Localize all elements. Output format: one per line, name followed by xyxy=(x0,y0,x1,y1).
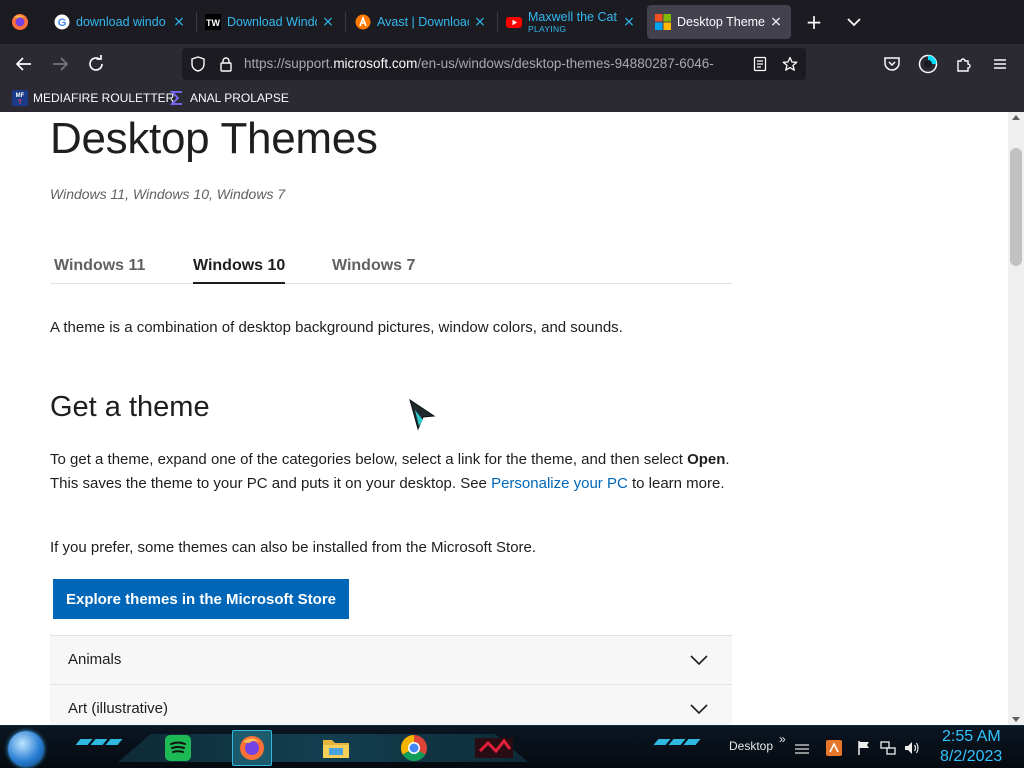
close-tab-icon[interactable]: × xyxy=(172,15,186,29)
url-host: microsoft.com xyxy=(333,56,418,71)
file-explorer-icon[interactable] xyxy=(316,730,356,766)
url-prefix: https://support. xyxy=(244,56,334,71)
tab-strip: G download windo × TW Download Windo × A… xyxy=(0,0,1024,44)
start-button-orb[interactable] xyxy=(8,731,44,767)
scrollbar-thumb[interactable] xyxy=(1010,148,1022,266)
tab-title: Desktop Themes xyxy=(677,15,765,29)
close-tab-icon[interactable]: × xyxy=(473,15,487,29)
chrome-icon[interactable] xyxy=(394,730,434,766)
clock-date[interactable]: 8/2/2023 xyxy=(940,748,1002,766)
firefox-icon[interactable] xyxy=(232,730,272,766)
microsoft-icon xyxy=(655,14,671,30)
personalize-link[interactable]: Personalize your PC xyxy=(491,475,628,492)
spotify-icon[interactable] xyxy=(158,730,198,766)
web-page: Desktop Themes Windows 11, Windows 10, W… xyxy=(0,112,1008,725)
instructions-text: to learn more. xyxy=(627,475,725,492)
vertical-scrollbar[interactable] xyxy=(1008,112,1024,725)
back-arrow-icon[interactable] xyxy=(14,54,34,74)
avast-icon xyxy=(355,14,371,30)
firefox-view-icon[interactable] xyxy=(10,12,30,32)
tw-icon: TW xyxy=(205,14,221,30)
tab-windows-11[interactable]: Windows 11 xyxy=(54,257,145,284)
volume-icon[interactable] xyxy=(904,740,920,756)
url-text[interactable]: https://support.microsoft.com/en-us/wind… xyxy=(244,56,740,74)
sigma-icon xyxy=(169,90,185,106)
account-icon[interactable] xyxy=(918,54,938,74)
stack-icon[interactable] xyxy=(794,740,810,756)
taskbar-decoration-right xyxy=(653,739,701,745)
new-tab-icon[interactable]: + xyxy=(804,12,824,32)
os-tab-list: Windows 11 Windows 10 Windows 7 xyxy=(50,253,732,284)
mediafire-icon: MF T xyxy=(12,90,28,106)
scroll-up-icon[interactable] xyxy=(1012,115,1020,120)
taskbar-decoration-left xyxy=(75,739,123,745)
browser-tab[interactable]: TW Download Windo × xyxy=(197,5,343,39)
bookmark-star-icon[interactable] xyxy=(782,56,798,72)
reload-icon[interactable] xyxy=(86,54,106,74)
close-tab-icon[interactable]: × xyxy=(622,15,636,29)
explore-store-button[interactable]: Explore themes in the Microsoft Store xyxy=(53,579,349,619)
tab-title: Avast | Downloac xyxy=(377,15,469,29)
tab-list-chevron-icon[interactable] xyxy=(844,12,864,32)
chevron-down-icon xyxy=(690,701,708,715)
close-tab-icon[interactable]: × xyxy=(321,15,335,29)
bookmark-label: ANAL PROLAPSE xyxy=(190,91,289,105)
extensions-puzzle-icon[interactable] xyxy=(954,54,974,74)
tab-separator xyxy=(345,12,346,32)
svg-text:MF: MF xyxy=(16,93,25,99)
bookmarks-toolbar: MF T MEDIAFIRE ROULETTER ANAL PROLAPSE xyxy=(0,84,1024,112)
instructions-bold: Open xyxy=(687,451,726,468)
pocket-icon[interactable] xyxy=(882,54,902,74)
section-heading: Get a theme xyxy=(50,391,210,423)
svg-text:T: T xyxy=(18,100,22,106)
forward-arrow-icon[interactable] xyxy=(50,54,70,74)
category-accordion-animals[interactable]: Animals xyxy=(50,635,732,685)
action-center-flag-icon[interactable] xyxy=(856,740,872,756)
chevron-down-icon xyxy=(690,652,708,666)
browser-tab[interactable]: Avast | Downloac × xyxy=(347,5,495,39)
instructions-text: To get a theme, expand one of the catego… xyxy=(50,451,688,468)
browser-tab-active[interactable]: Desktop Themes × xyxy=(647,5,791,39)
intro-paragraph: A theme is a combination of desktop back… xyxy=(50,319,623,336)
tab-windows-10[interactable]: Windows 10 xyxy=(193,257,286,284)
close-tab-icon[interactable]: × xyxy=(769,15,783,29)
app-tray-icon[interactable] xyxy=(826,740,842,756)
bookmark-label: MEDIAFIRE ROULETTER xyxy=(33,91,175,105)
show-more-chevron-icon[interactable]: » xyxy=(779,732,786,746)
svg-text:TW: TW xyxy=(206,18,220,28)
browser-tab[interactable]: Maxwell the Cat PLAYING × xyxy=(498,5,644,39)
tab-title: Download Windo xyxy=(227,15,317,29)
accordion-label: Art (illustrative) xyxy=(68,700,169,717)
reader-view-icon[interactable] xyxy=(752,56,768,72)
youtube-icon xyxy=(506,14,522,30)
tab-title: download windo xyxy=(76,15,166,29)
navigation-toolbar: https://support.microsoft.com/en-us/wind… xyxy=(0,44,1024,84)
bookmark-anal-prolapse[interactable]: ANAL PROLAPSE xyxy=(169,89,289,107)
shield-icon[interactable] xyxy=(190,56,206,72)
page-title: Desktop Themes xyxy=(50,114,378,163)
store-note: If you prefer, some themes can also be i… xyxy=(50,539,537,556)
address-bar[interactable]: https://support.microsoft.com/en-us/wind… xyxy=(182,48,806,80)
taskbar: » Desktop 2:55 AM 8/2/2023 xyxy=(0,725,1024,768)
scroll-down-icon[interactable] xyxy=(1012,717,1020,722)
hamburger-menu-icon[interactable] xyxy=(990,54,1010,74)
google-icon: G xyxy=(54,14,70,30)
svg-text:G: G xyxy=(58,17,67,29)
category-accordion-art[interactable]: Art (illustrative) xyxy=(50,684,732,725)
tab-title: Maxwell the Cat xyxy=(528,10,617,24)
url-path: /en-us/windows/desktop-themes-94880287-6… xyxy=(417,56,714,71)
desktop-toolbar-label[interactable]: Desktop xyxy=(729,739,773,753)
lock-icon[interactable] xyxy=(218,56,234,72)
mouse-cursor-icon xyxy=(408,398,436,432)
media-player-icon[interactable] xyxy=(474,730,514,766)
browser-tab[interactable]: G download windo × xyxy=(46,5,194,39)
bookmark-mediafire-rouletter[interactable]: MF T MEDIAFIRE ROULETTER xyxy=(12,89,174,107)
clock-time[interactable]: 2:55 AM xyxy=(942,728,1001,746)
network-icon[interactable] xyxy=(880,740,896,756)
accordion-label: Animals xyxy=(68,651,122,668)
applies-to: Windows 11, Windows 10, Windows 7 xyxy=(50,186,286,202)
tab-windows-7[interactable]: Windows 7 xyxy=(332,257,415,284)
instructions-paragraph: To get a theme, expand one of the catego… xyxy=(50,448,730,496)
tab-playing-label: PLAYING xyxy=(528,24,567,34)
